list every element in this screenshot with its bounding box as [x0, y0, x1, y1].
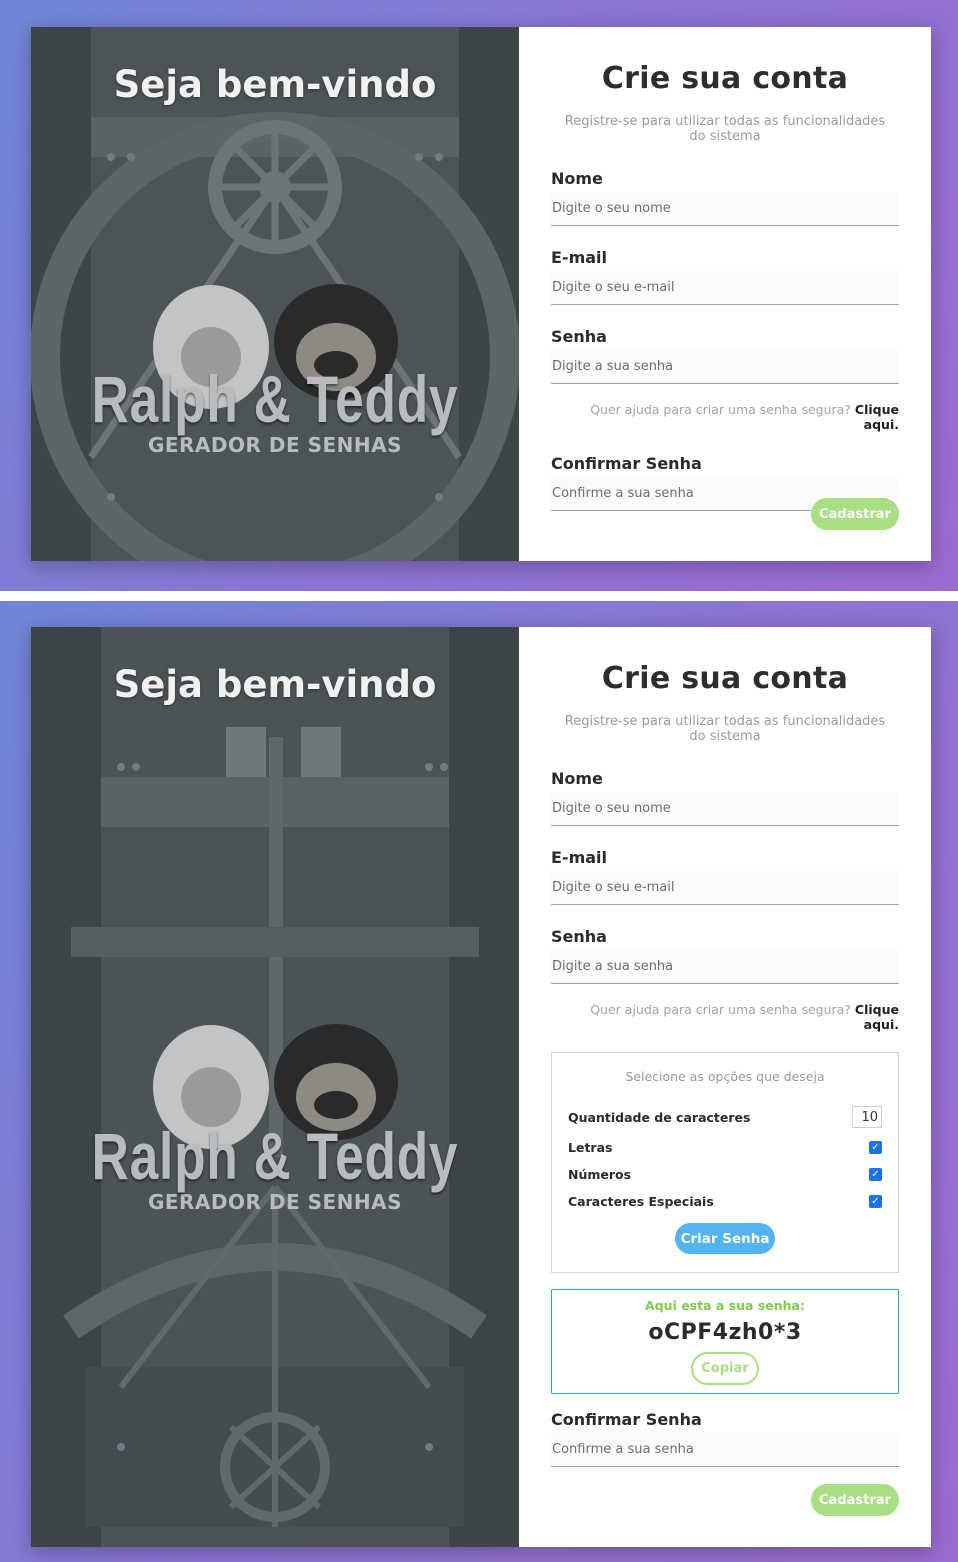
- letters-label: Letras: [568, 1140, 613, 1155]
- password-help: Quer ajuda para criar uma senha segura? …: [551, 1002, 899, 1032]
- email-input[interactable]: [551, 871, 899, 905]
- confirm-password-label: Confirmar Senha: [551, 454, 702, 473]
- options-title: Selecione as opções que deseja: [625, 1069, 825, 1084]
- confirm-password-input[interactable]: [551, 1433, 899, 1467]
- logo-title: Ralph & Teddy: [91, 362, 459, 436]
- name-input[interactable]: [551, 192, 899, 226]
- generated-password-box: Aqui esta a sua senha: oCPF4zh0*3 Copiar: [551, 1289, 899, 1394]
- signup-card: Seja bem-vindo Ralph & Teddy GERADOR DE …: [31, 627, 931, 1547]
- quantity-row: Quantidade de caracteres: [568, 1106, 882, 1128]
- signup-screen-basic: Seja bem-vindo Ralph & Teddy GERADOR DE …: [0, 0, 958, 591]
- password-help-link[interactable]: Clique aqui.: [855, 1002, 899, 1032]
- password-input[interactable]: [551, 350, 899, 384]
- app-logo: Ralph & Teddy GERADOR DE SENHAS: [31, 1119, 519, 1214]
- name-input[interactable]: [551, 792, 899, 826]
- logo-title: Ralph & Teddy: [91, 1119, 459, 1193]
- quantity-input[interactable]: [852, 1106, 882, 1128]
- special-checkbox[interactable]: ✓: [869, 1195, 882, 1208]
- vault-door-illustration: [31, 27, 519, 561]
- numbers-label: Números: [568, 1167, 632, 1182]
- logo-subtitle: GERADOR DE SENHAS: [147, 1190, 403, 1214]
- quantity-label: Quantidade de caracteres: [568, 1109, 751, 1125]
- email-label: E-mail: [551, 848, 608, 867]
- register-button[interactable]: Cadastrar: [811, 1484, 899, 1516]
- letters-row: Letras ✓: [568, 1140, 882, 1155]
- numbers-checkbox[interactable]: ✓: [869, 1168, 882, 1181]
- checkbox-checked-icon: ✓: [871, 1195, 880, 1207]
- special-label: Caracteres Especiais: [568, 1194, 714, 1209]
- email-input[interactable]: [551, 271, 899, 305]
- form-title: Crie sua conta: [601, 61, 849, 96]
- app-logo: Ralph & Teddy GERADOR DE SENHAS: [31, 362, 519, 457]
- numbers-row: Números ✓: [568, 1167, 882, 1182]
- register-button[interactable]: Cadastrar: [811, 498, 899, 530]
- generated-password-value: oCPF4zh0*3: [648, 1320, 802, 1345]
- checkbox-checked-icon: ✓: [871, 1141, 880, 1153]
- welcome-heading: Seja bem-vindo: [113, 663, 437, 706]
- signup-screen-generator: Seja bem-vindo Ralph & Teddy GERADOR DE …: [0, 601, 958, 1562]
- password-label: Senha: [551, 327, 607, 346]
- password-help-link[interactable]: Clique aqui.: [855, 402, 899, 432]
- create-password-button[interactable]: Criar Senha: [675, 1223, 775, 1254]
- name-label: Nome: [551, 169, 603, 188]
- email-label: E-mail: [551, 248, 608, 267]
- password-label: Senha: [551, 927, 607, 946]
- form-subtitle: Registre-se para utilizar todas as funci…: [564, 114, 886, 144]
- logo-subtitle: GERADOR DE SENHAS: [147, 433, 403, 457]
- generated-password-label: Aqui esta a sua senha:: [645, 1298, 805, 1313]
- password-options-box: Selecione as opções que deseja Quantidad…: [551, 1052, 899, 1273]
- form-subtitle: Registre-se para utilizar todas as funci…: [564, 714, 886, 744]
- form-title: Crie sua conta: [601, 661, 849, 696]
- signup-card: Seja bem-vindo Ralph & Teddy GERADOR DE …: [31, 27, 931, 561]
- password-input[interactable]: [551, 950, 899, 984]
- welcome-heading: Seja bem-vindo: [113, 63, 437, 106]
- password-help-text: Quer ajuda para criar uma senha segura?: [590, 402, 851, 417]
- hero-image-panel: Seja bem-vindo Ralph & Teddy GERADOR DE …: [31, 627, 519, 1547]
- confirm-password-label: Confirmar Senha: [551, 1410, 702, 1429]
- letters-checkbox[interactable]: ✓: [869, 1141, 882, 1154]
- signup-form: Crie sua conta Registre-se para utilizar…: [519, 627, 931, 1547]
- hero-image-panel: Seja bem-vindo Ralph & Teddy GERADOR DE …: [31, 27, 519, 561]
- name-label: Nome: [551, 769, 603, 788]
- special-row: Caracteres Especiais ✓: [568, 1194, 882, 1209]
- password-help-text: Quer ajuda para criar uma senha segura?: [590, 1002, 851, 1017]
- password-help: Quer ajuda para criar uma senha segura? …: [551, 402, 899, 432]
- copy-button[interactable]: Copiar: [691, 1352, 759, 1385]
- vault-door-illustration: [31, 627, 519, 1547]
- checkbox-checked-icon: ✓: [871, 1168, 880, 1180]
- signup-form: Crie sua conta Registre-se para utilizar…: [519, 27, 931, 561]
